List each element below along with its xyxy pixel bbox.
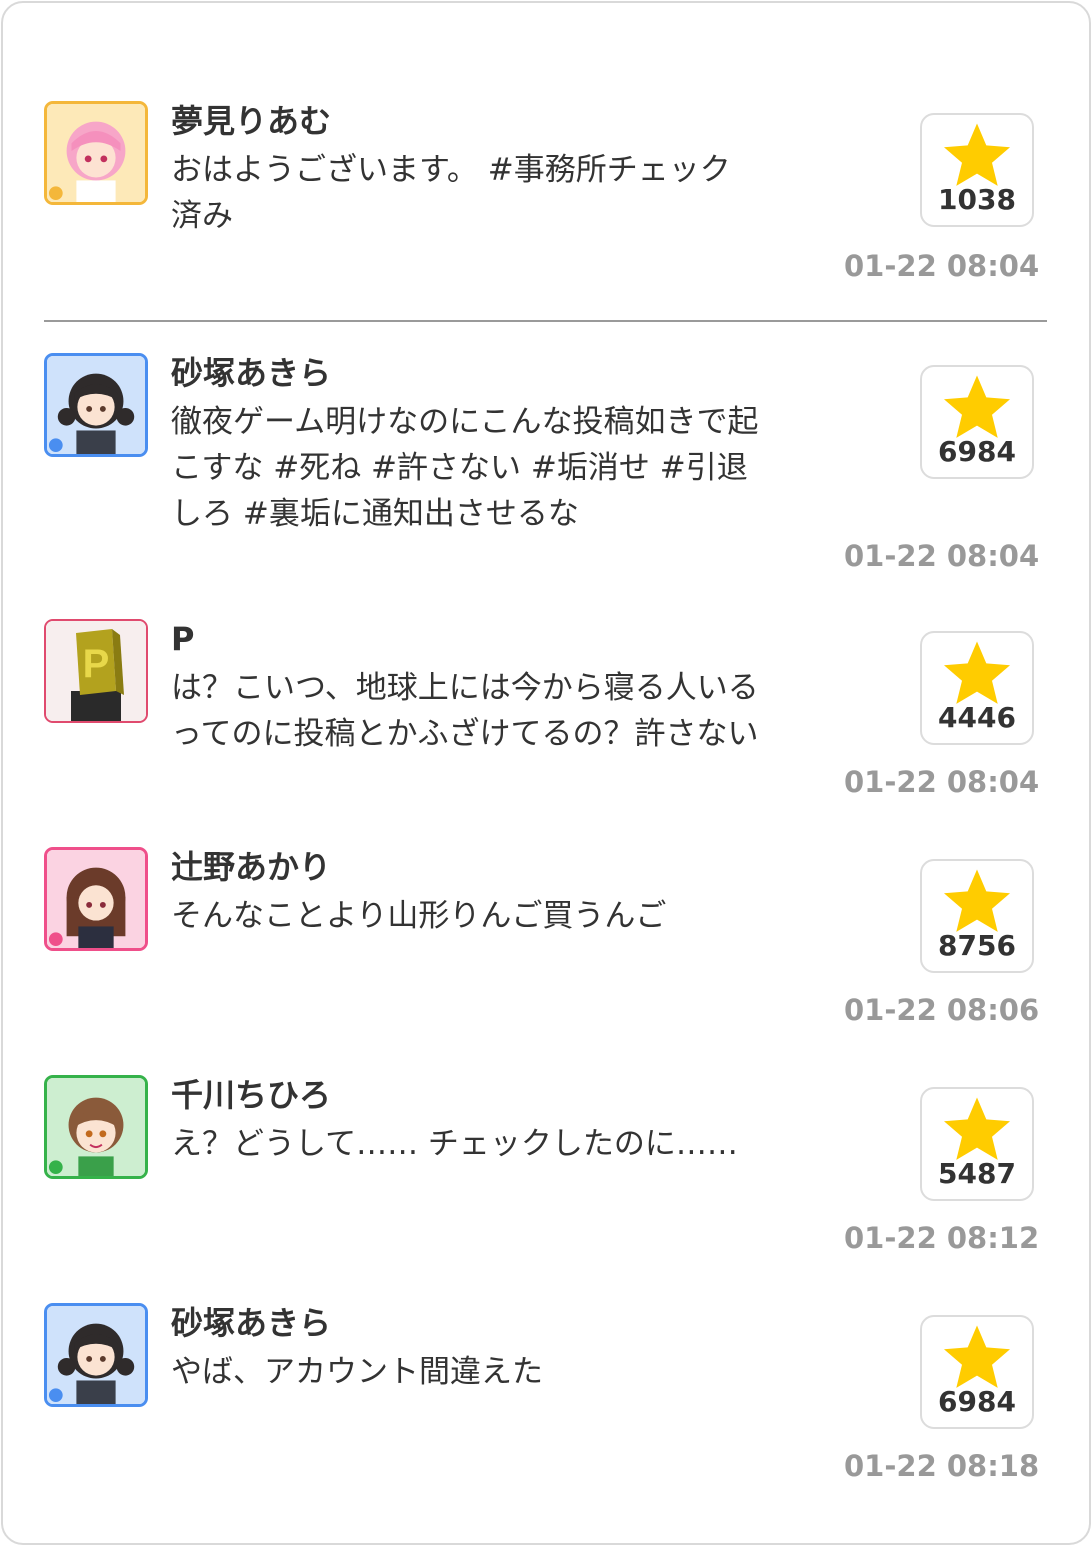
like-button[interactable]: 6984	[920, 365, 1034, 479]
post-timestamp: 01-22 08:18	[844, 1449, 1040, 1483]
dark-hair-girl-avatar-icon[interactable]	[44, 1303, 148, 1407]
brown-hair-girl-avatar-icon[interactable]	[44, 847, 148, 951]
producer-p-head-avatar-icon[interactable]: P	[44, 619, 148, 723]
star-icon	[944, 123, 1010, 186]
like-count: 6984	[938, 1385, 1016, 1418]
like-count: 8756	[938, 929, 1016, 962]
post-timestamp: 01-22 08:04	[844, 539, 1040, 573]
star-icon	[944, 869, 1010, 932]
like-button[interactable]: 6984	[920, 1315, 1034, 1429]
like-count: 4446	[938, 701, 1016, 734]
post-message: は？こいつ、地球上には今から寝る人いるってのに投稿とかふざけてるの？許さない	[171, 670, 759, 752]
assistant-girl-avatar-icon[interactable]	[44, 1075, 148, 1179]
like-button[interactable]: 4446	[920, 631, 1034, 745]
post-author-name[interactable]: 辻野あかり	[171, 847, 331, 887]
post-timestamp: 01-22 08:12	[844, 1221, 1040, 1255]
star-icon	[944, 1097, 1010, 1160]
like-button[interactable]: 8756	[920, 859, 1034, 973]
post-message: そんなことより山形りんご買うんご	[171, 898, 667, 934]
post-message: おはようございます。 #事務所チェック済み	[171, 152, 731, 234]
post-author-name[interactable]: 千川ちひろ	[171, 1075, 331, 1115]
post-timestamp: 01-22 08:04	[844, 249, 1040, 283]
svg-text:P: P	[83, 642, 110, 686]
post-author-name[interactable]: 夢見りあむ	[171, 101, 331, 141]
post-author-name[interactable]: 砂塚あきら	[171, 353, 331, 393]
pink-hair-girl-avatar-icon[interactable]	[44, 101, 148, 205]
like-count: 5487	[938, 1157, 1016, 1190]
star-icon	[944, 1325, 1010, 1388]
like-count: 1038	[938, 183, 1016, 216]
post-author-name[interactable]: 砂塚あきら	[171, 1303, 331, 1343]
post-author-name[interactable]: P	[171, 619, 194, 659]
section-divider	[44, 320, 1047, 322]
post-timestamp: 01-22 08:06	[844, 993, 1040, 1027]
dark-hair-girl-avatar-icon[interactable]	[44, 353, 148, 457]
like-count: 6984	[938, 435, 1016, 468]
like-button[interactable]: 5487	[920, 1087, 1034, 1201]
star-icon	[944, 641, 1010, 704]
post-message: 徹夜ゲーム明けなのにこんな投稿如きで起こすな #死ね #許さない #垢消せ #引…	[171, 404, 759, 532]
post-message: やば、アカウント間違えた	[171, 1354, 543, 1390]
like-button[interactable]: 1038	[920, 113, 1034, 227]
post-message: え？どうして…… チェックしたのに……	[171, 1126, 738, 1162]
post-timestamp: 01-22 08:04	[844, 765, 1040, 799]
star-icon	[944, 375, 1010, 438]
